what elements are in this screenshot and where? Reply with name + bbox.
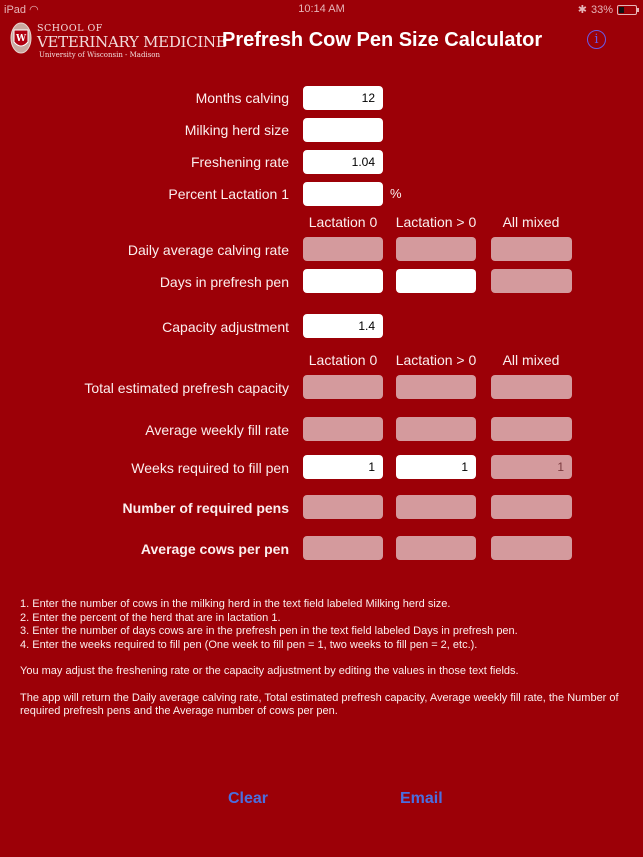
weeks-required-lact-gt0-input[interactable] bbox=[396, 455, 476, 479]
daily-calving-rate-lact-gt0 bbox=[396, 237, 476, 261]
crest-icon: W bbox=[10, 22, 32, 54]
label-weeks-required: Weeks required to fill pen bbox=[131, 460, 289, 476]
label-total-estimated-capacity: Total estimated prefresh capacity bbox=[84, 380, 289, 396]
colhead-lactation-0: Lactation 0 bbox=[308, 352, 378, 368]
clear-button[interactable]: Clear bbox=[228, 790, 268, 808]
months-calving-input[interactable] bbox=[303, 86, 383, 110]
percent-lactation-1-input[interactable] bbox=[303, 182, 383, 206]
status-right: ✱ 33% bbox=[577, 3, 639, 16]
page-title: Prefresh Cow Pen Size Calculator bbox=[222, 29, 543, 51]
days-prefresh-mixed bbox=[491, 269, 572, 293]
total-capacity-mixed bbox=[491, 375, 572, 399]
school-logo: W SCHOOL OF VETERINARY MEDICINE Universi… bbox=[10, 20, 227, 60]
colhead-all-mixed: All mixed bbox=[502, 352, 560, 368]
avg-cows-lact0 bbox=[303, 536, 383, 560]
required-pens-lact0 bbox=[303, 495, 383, 519]
label-avg-cows-per-pen: Average cows per pen bbox=[140, 541, 289, 557]
battery-percent: 33% bbox=[590, 3, 613, 16]
colhead-all-mixed: All mixed bbox=[502, 214, 560, 230]
freshening-rate-input[interactable] bbox=[303, 150, 383, 174]
instruction-step: 2. Enter the percent of the herd that ar… bbox=[20, 611, 281, 624]
required-pens-lact-gt0 bbox=[396, 495, 476, 519]
daily-calving-rate-mixed bbox=[491, 237, 572, 261]
percent-unit: % bbox=[390, 186, 402, 201]
instructions: 1. Enter the number of cows in the milki… bbox=[20, 598, 630, 719]
avg-cows-mixed bbox=[491, 536, 572, 560]
weekly-fill-lact-gt0 bbox=[396, 417, 476, 441]
email-button[interactable]: Email bbox=[400, 790, 443, 808]
label-milking-herd-size: Milking herd size bbox=[184, 122, 289, 138]
status-bar: iPad ◠ 10:14 AM ✱ 33% bbox=[0, 0, 643, 18]
instruction-step: 1. Enter the number of cows in the milki… bbox=[20, 598, 451, 610]
svg-text:W: W bbox=[15, 34, 27, 44]
label-number-required-pens: Number of required pens bbox=[122, 500, 289, 516]
colhead-lactation-gt-0: Lactation > 0 bbox=[395, 214, 477, 230]
status-time: 10:14 AM bbox=[298, 3, 345, 15]
days-prefresh-lact-gt0-input[interactable] bbox=[396, 269, 476, 293]
bluetooth-icon: ✱ bbox=[577, 4, 587, 16]
label-capacity-adjustment: Capacity adjustment bbox=[162, 319, 289, 335]
weeks-required-mixed bbox=[491, 455, 572, 479]
label-avg-weekly-fill-rate: Average weekly fill rate bbox=[145, 422, 289, 438]
instruction-step: 4. Enter the weeks required to fill pen … bbox=[20, 638, 478, 651]
total-capacity-lact-gt0 bbox=[396, 375, 476, 399]
logo-line2: VETERINARY MEDICINE bbox=[37, 33, 227, 51]
label-months-calving: Months calving bbox=[195, 90, 289, 106]
instruction-note-adjust: You may adjust the freshening rate or th… bbox=[20, 665, 519, 677]
label-freshening-rate: Freshening rate bbox=[190, 154, 289, 170]
avg-cows-lact-gt0 bbox=[396, 536, 476, 560]
daily-calving-rate-lact0 bbox=[303, 237, 383, 261]
milking-herd-size-input[interactable] bbox=[303, 118, 383, 142]
logo-line3: University of Wisconsin - Madison bbox=[39, 51, 161, 59]
weekly-fill-mixed bbox=[491, 417, 572, 441]
battery-icon bbox=[617, 4, 639, 15]
required-pens-mixed bbox=[491, 495, 572, 519]
colhead-lactation-0: Lactation 0 bbox=[308, 214, 378, 230]
weekly-fill-lact0 bbox=[303, 417, 383, 441]
label-daily-avg-calving-rate: Daily average calving rate bbox=[127, 242, 289, 258]
instruction-note-returns: The app will return the Daily average ca… bbox=[20, 691, 619, 718]
colhead-lactation-gt-0: Lactation > 0 bbox=[395, 352, 477, 368]
capacity-adjustment-input[interactable] bbox=[303, 314, 383, 338]
info-icon[interactable]: i bbox=[587, 30, 606, 49]
weeks-required-lact0-input[interactable] bbox=[303, 455, 383, 479]
label-days-in-prefresh-pen: Days in prefresh pen bbox=[159, 274, 289, 290]
total-capacity-lact0 bbox=[303, 375, 383, 399]
label-percent-lactation-1: Percent Lactation 1 bbox=[168, 186, 289, 202]
days-prefresh-lact0-input[interactable] bbox=[303, 269, 383, 293]
instruction-step: 3. Enter the number of days cows are in … bbox=[20, 625, 518, 637]
